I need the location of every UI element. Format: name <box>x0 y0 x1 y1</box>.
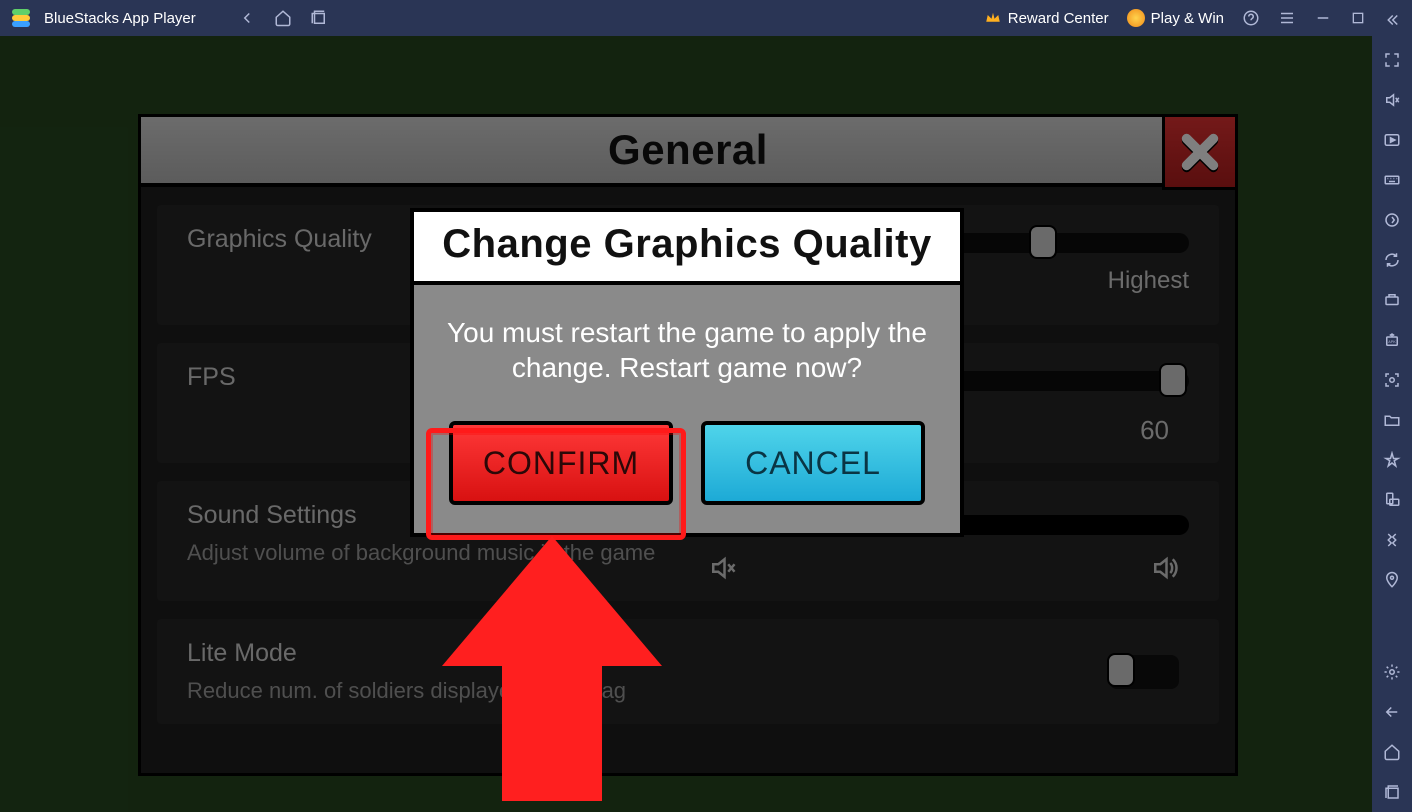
reward-center-button[interactable]: Reward Center <box>984 9 1109 27</box>
folder-icon[interactable] <box>1372 400 1412 440</box>
shake-icon[interactable] <box>1372 520 1412 560</box>
modal-body-text: You must restart the game to apply the c… <box>414 285 960 413</box>
confirm-label: CONFIRM <box>483 445 639 482</box>
recents-icon[interactable] <box>310 9 328 27</box>
change-graphics-modal: Change Graphics Quality You must restart… <box>410 208 964 537</box>
reward-center-label: Reward Center <box>1008 10 1109 27</box>
toggle-thumb[interactable] <box>1107 653 1135 687</box>
fullscreen-icon[interactable] <box>1372 40 1412 80</box>
screenshot-icon[interactable] <box>1372 360 1412 400</box>
crown-icon <box>984 9 1002 27</box>
back-arrow-icon[interactable] <box>1372 692 1412 732</box>
app-title: BlueStacks App Player <box>44 10 196 27</box>
setting-lite-mode: Lite Mode Reduce num. of soldiers displa… <box>157 619 1219 724</box>
play-win-label: Play & Win <box>1151 10 1224 27</box>
modal-title: Change Graphics Quality <box>426 222 948 267</box>
minimize-icon[interactable] <box>1314 9 1332 27</box>
quality-label-highest: Highest <box>1108 267 1189 295</box>
settings-gear-icon[interactable] <box>1372 652 1412 692</box>
media-icon[interactable] <box>1372 120 1412 160</box>
title-bar: BlueStacks App Player Reward Center Play… <box>0 0 1412 36</box>
cancel-button[interactable]: CANCEL <box>701 421 925 505</box>
home-icon[interactable] <box>274 9 292 27</box>
play-win-button[interactable]: Play & Win <box>1127 9 1224 27</box>
slider-thumb[interactable] <box>1029 225 1057 259</box>
lite-desc: Reduce num. of soldiers displayed during… <box>187 678 1189 704</box>
rotate-icon[interactable] <box>1372 480 1412 520</box>
location-icon[interactable] <box>1372 560 1412 600</box>
settings-header: General <box>141 117 1235 187</box>
record-icon[interactable] <box>1372 200 1412 240</box>
close-settings-button[interactable] <box>1162 114 1238 190</box>
modal-header: Change Graphics Quality <box>414 212 960 285</box>
keyboard-icon[interactable] <box>1372 160 1412 200</box>
airplane-icon[interactable] <box>1372 440 1412 480</box>
slider-thumb[interactable] <box>1159 363 1187 397</box>
volume-mute-icon[interactable] <box>1372 80 1412 120</box>
home2-icon[interactable] <box>1372 732 1412 772</box>
confirm-button[interactable]: CONFIRM <box>449 421 673 505</box>
coin-icon <box>1127 9 1145 27</box>
settings-title: General <box>608 126 768 174</box>
right-toolbar: APK <box>1372 0 1412 812</box>
cancel-label: CANCEL <box>745 445 881 482</box>
hamburger-icon[interactable] <box>1278 9 1296 27</box>
svg-text:APK: APK <box>1388 340 1396 344</box>
back-icon[interactable] <box>238 9 256 27</box>
fps-value: 60 <box>1140 415 1169 446</box>
close-icon <box>1177 129 1223 175</box>
help-icon[interactable] <box>1242 9 1260 27</box>
sync-icon[interactable] <box>1372 240 1412 280</box>
overview-icon[interactable] <box>1372 772 1412 812</box>
macro-icon[interactable] <box>1372 280 1412 320</box>
maximize-icon[interactable] <box>1350 10 1366 26</box>
sound-desc: Adjust volume of background music in the… <box>187 540 1189 566</box>
lite-toggle[interactable] <box>1109 655 1179 689</box>
apk-icon[interactable]: APK <box>1372 320 1412 360</box>
bluestacks-logo-icon <box>10 7 32 29</box>
lite-label: Lite Mode <box>187 639 1189 668</box>
game-viewport: General Graphics Quality ... High Highes… <box>0 36 1372 812</box>
volume-icon[interactable] <box>1149 553 1179 588</box>
mute-icon[interactable] <box>707 553 737 588</box>
collapse-sidebar-icon[interactable] <box>1372 0 1412 40</box>
